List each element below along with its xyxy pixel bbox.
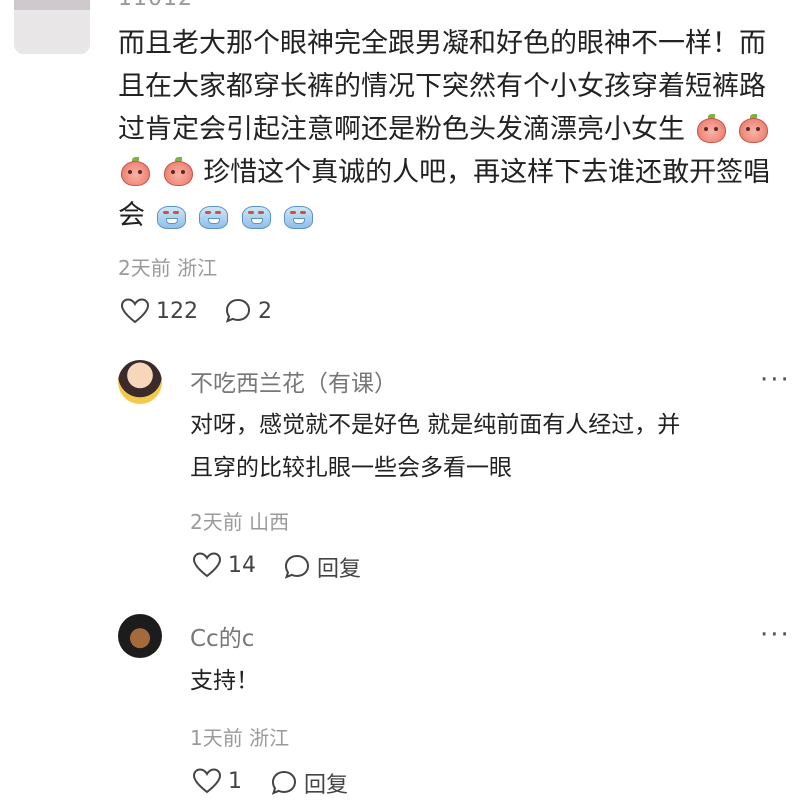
like-button[interactable]: 1 <box>192 767 242 795</box>
more-options-icon[interactable]: ··· <box>760 620 791 650</box>
blue-face-emoji-icon <box>155 200 187 229</box>
username[interactable]: Cc的c <box>190 619 254 653</box>
comment-line: 珍惜这个真诚的人吧，再这样下去谁还敢开签唱 <box>118 151 770 194</box>
reply-count-button[interactable]: 2 <box>224 297 272 325</box>
comment-line: 会 <box>118 194 315 237</box>
blue-face-emoji-icon <box>197 200 229 229</box>
comment-meta: 2天前 浙江 <box>118 256 218 280</box>
like-count: 122 <box>156 298 198 324</box>
like-count: 1 <box>228 768 242 794</box>
reply-meta: 1天前 浙江 <box>190 726 290 750</box>
peach-crying-emoji-icon <box>737 114 769 143</box>
heart-icon <box>192 552 222 578</box>
username[interactable]: 不吃西兰花（有课） <box>190 364 397 398</box>
peach-crying-emoji-icon <box>119 157 151 186</box>
blue-face-emoji-icon <box>240 200 272 229</box>
peach-crying-emoji-icon <box>695 114 727 143</box>
previous-text-cutoff: 11012 <box>118 0 193 11</box>
heart-icon <box>120 298 150 324</box>
comment-line-text: 过肯定会引起注意啊还是粉色头发滴漂亮小女生 <box>118 114 685 145</box>
reply-meta: 2天前 山西 <box>190 510 290 534</box>
reply-label: 回复 <box>317 557 362 582</box>
reply-line: 对呀，感觉就不是好色 就是纯前面有人经过，并 <box>190 412 681 438</box>
avatar[interactable] <box>118 614 162 658</box>
comment-line-text: 珍惜这个真诚的人吧，再这样下去谁还敢开签唱 <box>203 157 771 188</box>
peach-crying-emoji-icon <box>162 157 194 186</box>
like-count: 14 <box>228 552 256 578</box>
comment-line: 而且老大那个眼神完全跟男凝和好色的眼神不一样！而 <box>118 28 766 59</box>
comment-line: 过肯定会引起注意啊还是粉色头发滴漂亮小女生 <box>118 108 770 151</box>
comment-bubble-icon <box>225 298 251 323</box>
reply-label: 回复 <box>304 773 349 798</box>
comment-line-text: 会 <box>118 200 145 231</box>
avatar[interactable] <box>118 360 162 404</box>
blue-face-emoji-icon <box>282 200 314 229</box>
like-button[interactable]: 14 <box>192 551 256 579</box>
reply-line: 且穿的比较扎眼一些会多看一眼 <box>190 455 512 481</box>
heart-icon <box>192 768 222 794</box>
reply-count: 2 <box>258 298 272 324</box>
more-options-icon[interactable]: ··· <box>760 365 791 395</box>
comment-bubble-icon <box>284 554 310 579</box>
comment-bubble-icon <box>271 770 297 795</box>
reply-button[interactable]: 回复 <box>283 551 361 583</box>
reply-line: 支持！ <box>190 668 259 694</box>
previous-avatar[interactable] <box>14 0 90 54</box>
like-button[interactable]: 122 <box>120 297 198 325</box>
reply-button[interactable]: 回复 <box>270 767 348 799</box>
comment-line: 且在大家都穿长裤的情况下突然有个小女孩穿着短裤路 <box>118 71 766 102</box>
